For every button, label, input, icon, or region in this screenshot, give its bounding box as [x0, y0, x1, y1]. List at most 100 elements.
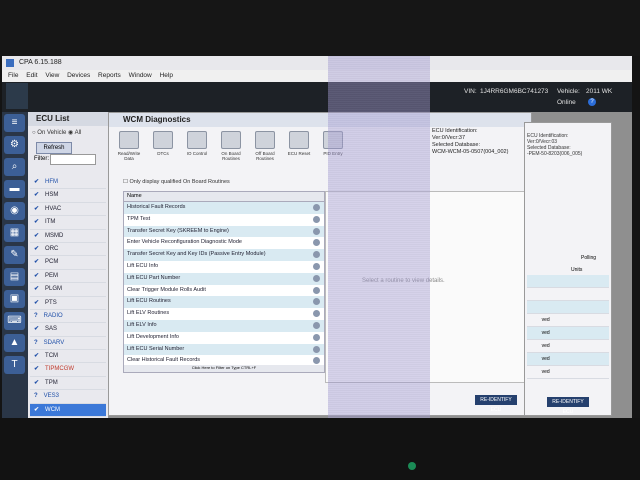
ecu-list-title: ECU List [28, 112, 108, 126]
keyboard-icon[interactable]: ⌨ [4, 312, 25, 330]
run-routine-icon[interactable] [313, 204, 320, 211]
menu-edit[interactable]: Edit [26, 72, 37, 79]
wrench-icon[interactable]: ✎ [4, 246, 25, 264]
tool-on-board-routines[interactable]: On Board Routines [217, 131, 245, 161]
radio-all-icon[interactable]: ◉ [68, 130, 73, 136]
tool-pid-entry[interactable]: PID Entry [319, 131, 347, 156]
menu-window[interactable]: Window [129, 72, 152, 79]
ecu-item-itm[interactable]: ✔ ITM [30, 216, 106, 230]
ecu-status-icon: ✔ [34, 379, 40, 386]
routine-row[interactable]: Lift ECU Part Number [124, 272, 324, 285]
grid-icon[interactable]: ▤ [4, 268, 25, 286]
run-routine-icon[interactable] [313, 286, 320, 294]
radio-on-vehicle-icon[interactable]: ○ [32, 130, 36, 136]
ecu-item-tipmcgw[interactable]: ✔ TIPMCGW [30, 363, 106, 377]
wrench-icon [221, 131, 241, 149]
signal-icon[interactable]: ◉ [4, 202, 25, 220]
run-routine-icon[interactable] [313, 251, 320, 259]
table-cell: ved [540, 326, 609, 340]
reidentify-ecu-button[interactable]: RE-IDENTIFY ECU [475, 395, 517, 413]
monitor-icon[interactable]: ▣ [4, 290, 25, 308]
run-routine-icon[interactable] [313, 239, 320, 247]
ecu-item-label: PEM [45, 272, 59, 279]
menu-devices[interactable]: Devices [67, 72, 90, 79]
routine-row[interactable]: Historical Fault Records [124, 202, 324, 214]
only-qualified-label: Only display qualified On Board Routines [129, 179, 230, 185]
ecu-status-icon: ✔ [34, 286, 40, 293]
routine-row[interactable]: Lift ECU Info [124, 261, 324, 273]
tool-dtcs[interactable]: DTCs [149, 131, 177, 156]
run-routine-icon[interactable] [313, 310, 320, 318]
ecu-item-plgm[interactable]: ✔ PLGM [30, 283, 106, 297]
only-qualified-checkbox[interactable]: ☐ Only display qualified On Board Routin… [123, 179, 230, 185]
ecu-item-pts[interactable]: ✔ PTS [30, 297, 106, 310]
ecu-item-sas[interactable]: ✔ SAS [30, 323, 106, 337]
module-icon[interactable]: ▦ [4, 224, 25, 242]
filter-input[interactable] [50, 154, 96, 165]
ecu-item-msmd[interactable]: ✔ MSMD [30, 230, 106, 243]
run-routine-icon[interactable] [313, 227, 320, 235]
ecu-item-hfm[interactable]: ✔ HFM [30, 176, 106, 190]
routine-row[interactable]: Lift ECU Routines [124, 296, 324, 309]
routine-row[interactable]: TPM Test [124, 214, 324, 226]
ecu-item-ves3[interactable]: ? VES3 [30, 390, 106, 404]
tool-io-control[interactable]: IO Control [183, 131, 211, 156]
ecu-identification: ECU Identification: Ver:0/Vecr:37 Select… [432, 128, 508, 156]
ecu-status-icon: ✔ [34, 245, 40, 252]
routine-row[interactable]: Lift ELV Routines [124, 308, 324, 320]
run-routine-icon[interactable] [313, 321, 320, 329]
run-routine-icon[interactable] [313, 345, 320, 353]
checkbox-icon: ☐ [123, 179, 128, 185]
ecu-item-sdarv[interactable]: ? SDARV [30, 337, 106, 351]
ecu-item-radio[interactable]: ? RADIO [30, 310, 106, 324]
routine-row[interactable]: Transfer Secret Key and Key IDs (Passive… [124, 249, 324, 261]
routine-row[interactable]: Transfer Secret Key (SKREEM to Engine) [124, 225, 324, 238]
vehicle-icon[interactable]: ⚙ [4, 136, 25, 154]
tool-read-write-data[interactable]: Read/Write Data [115, 131, 143, 161]
ecu-item-pem[interactable]: ✔ PEM [30, 270, 106, 284]
ecu-item-pcm[interactable]: ✔ PCM [30, 256, 106, 270]
menu-bar: File Edit View Devices Reports Window He… [2, 70, 632, 82]
tool-ecu-reset[interactable]: ECU Reset [285, 131, 313, 156]
menu-icon[interactable]: ≡ [4, 114, 25, 132]
menu-help[interactable]: Help [160, 72, 173, 79]
vehicle-info-bar: VIN: 1J4RR6GM6BC741273 Vehicle: 2011 WK … [2, 82, 632, 112]
car-icon[interactable]: ▬ [4, 180, 25, 198]
ecu-item-wcm[interactable]: ✔ WCM [30, 403, 106, 418]
menu-file[interactable]: File [8, 72, 18, 79]
run-routine-icon[interactable] [313, 357, 320, 365]
routine-detail-panel: Select a routine to view details. [325, 191, 527, 383]
menu-reports[interactable]: Reports [98, 72, 121, 79]
routine-row[interactable]: Enter Vehicle Reconfiguration Diagnostic… [124, 237, 324, 249]
routine-row[interactable]: Lift Development Info [124, 332, 324, 344]
ecu-item-hvac[interactable]: ✔ HVAC [30, 203, 106, 217]
ecu-item-orc[interactable]: ✔ ORC [30, 243, 106, 257]
menu-view[interactable]: View [45, 72, 59, 79]
tool-off-board-routines[interactable]: Off Board Routines [251, 131, 279, 161]
routines-footer[interactable]: Click Here to Filter on Type CTRL+F [124, 365, 324, 372]
run-routine-icon[interactable] [313, 298, 320, 306]
help-icon[interactable]: ? [588, 98, 596, 106]
reidentify-ecu-button-2[interactable]: RE-IDENTIFY ECU [547, 397, 589, 415]
routine-row[interactable]: Lift ECU Serial Number [124, 343, 324, 356]
run-routine-icon[interactable] [313, 262, 320, 270]
ecu-item-label: ITM [45, 219, 56, 226]
ecu-status-icon: ✔ [34, 205, 40, 212]
run-routine-icon[interactable] [313, 215, 320, 223]
filter-label: Filter: [34, 156, 49, 162]
ecu-item-tpm[interactable]: ✔ TPM [30, 377, 106, 391]
text-icon[interactable]: T [4, 356, 25, 374]
routine-name: Transfer Secret Key (SKREEM to Engine) [127, 227, 229, 234]
table-row [527, 300, 609, 314]
run-routine-icon[interactable] [313, 274, 320, 282]
routine-row[interactable]: Clear Trigger Module Rolls Audit [124, 285, 324, 297]
run-routine-icon[interactable] [313, 333, 320, 341]
ecu-item-hsm[interactable]: ✔ HSM [30, 189, 106, 203]
lock-icon[interactable]: ▲ [4, 334, 25, 352]
app-logo [6, 83, 28, 109]
app-title: CPA 6.15.188 [18, 59, 62, 66]
ecu-item-tcm[interactable]: ✔ TCM [30, 350, 106, 364]
routine-row[interactable]: Lift ELV Info [124, 319, 324, 332]
search-icon[interactable]: ⌕ [4, 158, 25, 176]
refresh-button[interactable]: Refresh [36, 142, 72, 154]
